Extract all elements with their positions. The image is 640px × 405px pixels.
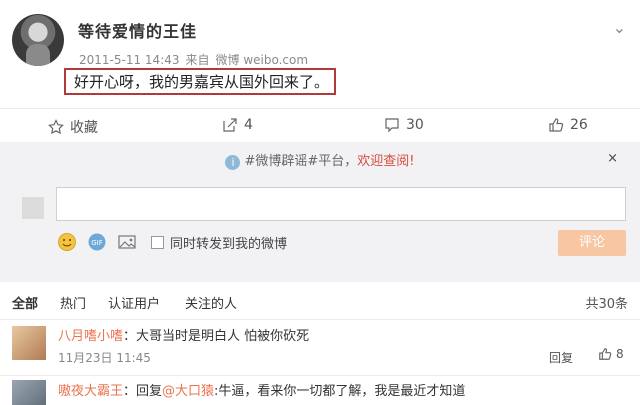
banner-link[interactable]: 欢迎查阅!	[357, 154, 414, 169]
comment-like-count: 8	[616, 347, 624, 361]
image-icon[interactable]	[117, 232, 137, 252]
commenter-name[interactable]: 嗷夜大霸王	[58, 384, 123, 399]
submit-comment-button[interactable]: 评论	[558, 230, 626, 256]
comment-filter-bar: 全部 热门 认证用户 关注的人 共30条	[0, 282, 640, 320]
like-button[interactable]: 26	[548, 117, 588, 133]
like-count: 26	[570, 117, 588, 133]
highlight-box: 好开心呀，我的男嘉宾从国外回来了。	[64, 68, 336, 95]
filter-all[interactable]: 全部	[12, 293, 38, 312]
comment-like-button[interactable]: 8	[598, 347, 624, 361]
comment-count: 30	[406, 117, 424, 133]
forward-button[interactable]: 4	[222, 117, 253, 133]
reply-prefix: ：回复	[123, 384, 163, 399]
filter-following[interactable]: 关注的人	[185, 293, 237, 312]
comment-text: :牛逼，看来你一切都了解，我是最近才知道	[214, 384, 466, 399]
svg-text:GIF: GIF	[91, 239, 103, 247]
commenter-avatar[interactable]	[12, 380, 46, 405]
commenter-avatar[interactable]	[12, 326, 46, 360]
thumbs-up-icon	[549, 118, 564, 132]
forward-to-my-weibo[interactable]: 同时转发到我的微博	[151, 233, 287, 252]
comment-total: 共30条	[585, 297, 628, 312]
forward-icon	[223, 118, 237, 132]
forward-count: 4	[244, 117, 253, 133]
author-avatar[interactable]	[12, 14, 64, 66]
thumbs-up-icon	[599, 348, 612, 360]
chevron-down-icon[interactable]: ⌄	[613, 18, 626, 37]
banner-topic[interactable]: #微博辟谣#平台，	[244, 154, 357, 169]
comment-time: 11月23日 11:45	[58, 351, 151, 365]
weibo-post: 等待爱情的王佳 ⌄ 2011-5-11 14:43 来自 微博 weibo.com …	[0, 0, 640, 108]
close-icon[interactable]: ×	[607, 151, 618, 166]
commenter-name[interactable]: 八月嗜小嗜	[58, 329, 123, 344]
composer-tools: GIF 同时转发到我的微博	[57, 232, 287, 252]
mention-link[interactable]: @大口猿	[162, 384, 214, 399]
info-icon: i	[225, 155, 241, 170]
comment-icon	[385, 118, 399, 133]
action-bar: 收藏 4 30 26	[0, 108, 640, 142]
filter-verified[interactable]: 认证用户	[108, 293, 160, 312]
favorite-button[interactable]: 收藏	[48, 117, 98, 137]
post-content: 好开心呀，我的男嘉宾从国外回来了。	[74, 73, 330, 91]
forward-checkbox-label: 同时转发到我的微博	[170, 236, 288, 252]
my-avatar	[22, 197, 44, 219]
post-meta: 2011-5-11 14:43 来自 微博 weibo.com	[79, 51, 314, 68]
comment-line: 八月嗜小嗜：大哥当时是明白人 怕被你砍死	[58, 325, 309, 344]
comment-text: ：大哥当时是明白人 怕被你砍死	[123, 329, 310, 344]
source-prefix: 来自	[185, 53, 210, 67]
list-item: 八月嗜小嗜：大哥当时是明白人 怕被你砍死 11月23日 11:45 回复 8	[0, 320, 640, 376]
comment-list: 全部 热门 认证用户 关注的人 共30条 八月嗜小嗜：大哥当时是明白人 怕被你砍…	[0, 282, 640, 405]
rumor-banner: i #微博辟谣#平台，欢迎查阅!	[0, 150, 640, 172]
comment-button[interactable]: 30	[384, 117, 424, 133]
post-source[interactable]: 微博 weibo.com	[216, 53, 309, 67]
gif-icon[interactable]: GIF	[87, 232, 107, 252]
favorite-label: 收藏	[70, 120, 98, 136]
author-name[interactable]: 等待爱情的王佳	[78, 18, 197, 42]
filter-hot[interactable]: 热门	[60, 293, 86, 312]
comment-line: 嗷夜大霸王：回复@大口猿:牛逼，看来你一切都了解，我是最近才知道	[58, 380, 465, 399]
emoji-icon[interactable]	[57, 232, 77, 252]
reply-button[interactable]: 回复	[549, 349, 573, 366]
list-item: 嗷夜大霸王：回复@大口猿:牛逼，看来你一切都了解，我是最近才知道	[0, 376, 640, 405]
star-icon	[48, 119, 64, 135]
comment-input[interactable]	[56, 187, 626, 221]
forward-checkbox[interactable]	[151, 235, 164, 249]
post-date[interactable]: 2011-5-11 14:43	[79, 53, 180, 67]
